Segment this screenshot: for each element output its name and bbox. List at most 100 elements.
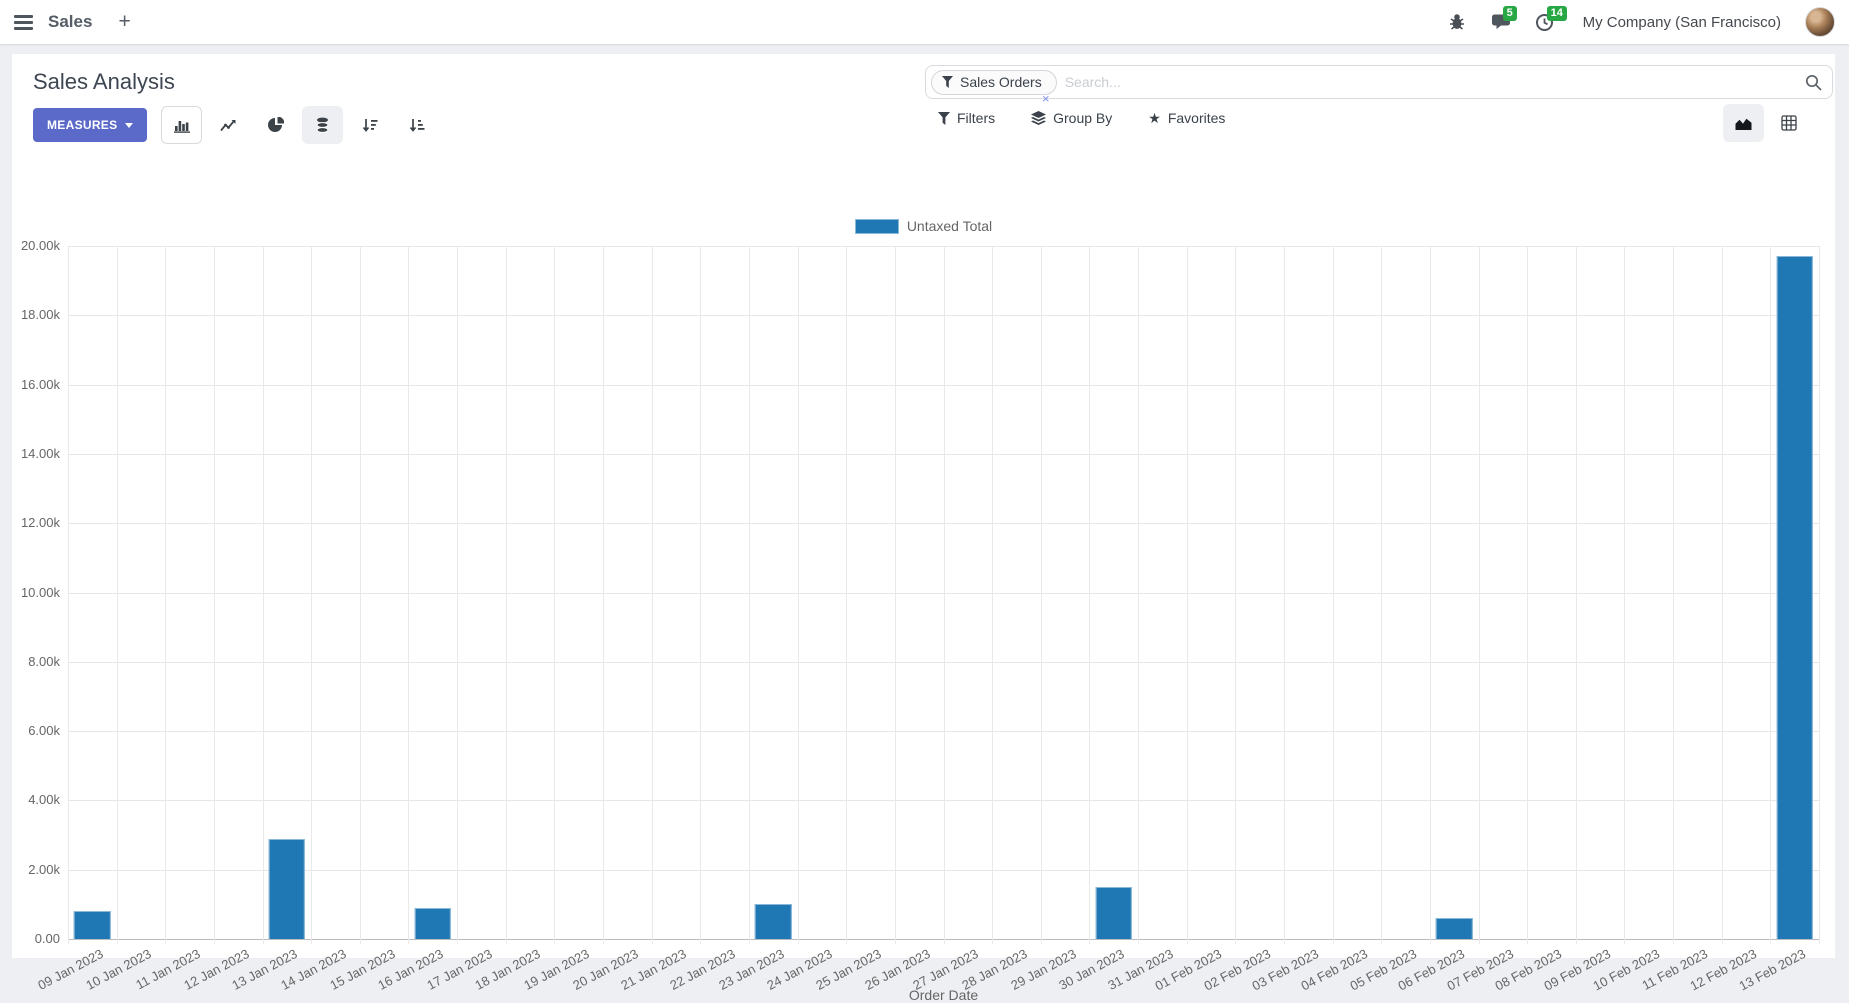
debug-bug-icon[interactable] (1445, 10, 1469, 34)
gridline-vertical (1333, 246, 1334, 944)
page-title: Sales Analysis (33, 69, 175, 95)
chart-bar[interactable] (1096, 887, 1132, 939)
activities-count-badge: 14 (1547, 6, 1567, 21)
chart-bar[interactable] (1436, 918, 1472, 939)
gridline-vertical (165, 246, 166, 944)
graph-view-button[interactable] (1723, 104, 1764, 142)
control-panel-top-row: Sales Analysis Sales Orders × (12, 54, 1835, 100)
filter-funnel-icon (938, 112, 950, 125)
chart-bar[interactable] (74, 911, 110, 939)
legend-label: Untaxed Total (907, 218, 992, 234)
gridline-vertical (408, 246, 409, 944)
pie-chart-icon (268, 117, 284, 133)
pivot-view-button[interactable] (1768, 104, 1809, 142)
gridline-vertical (506, 246, 507, 944)
gridline-vertical (798, 246, 799, 944)
activities-clock-icon[interactable]: 14 (1533, 10, 1557, 34)
y-axis-label: 8.00k (0, 654, 60, 669)
gridline-vertical (1235, 246, 1236, 944)
chevron-down-icon (125, 123, 133, 128)
sort-descending-icon (362, 118, 378, 133)
gridline-vertical (700, 246, 701, 944)
gridline-vertical (1089, 246, 1090, 944)
line-chart-button[interactable] (208, 106, 249, 144)
gridline-vertical (1381, 246, 1382, 944)
y-axis-label: 16.00k (0, 377, 60, 392)
search-icon[interactable] (1805, 74, 1822, 91)
y-axis-label: 6.00k (0, 723, 60, 738)
gridline-vertical (944, 246, 945, 944)
gridline-vertical (652, 246, 653, 944)
sort-ascending-button[interactable] (396, 106, 437, 144)
top-navbar: Sales + 5 14 My Company (San Francisco) (0, 0, 1849, 44)
search-bar[interactable]: Sales Orders × (925, 65, 1833, 99)
filters-button[interactable]: Filters (938, 110, 995, 126)
control-panel-buttons-row: MEASURES (12, 100, 1835, 144)
messages-icon[interactable]: 5 (1489, 10, 1513, 34)
group-by-button[interactable]: Group By (1031, 110, 1112, 126)
new-tab-plus-icon[interactable]: + (118, 10, 130, 34)
company-switcher[interactable]: My Company (San Francisco) (1583, 14, 1781, 31)
chart-bar[interactable] (269, 839, 305, 939)
x-axis-title: Order Date (68, 987, 1819, 1003)
chart-legend[interactable]: Untaxed Total (12, 218, 1835, 234)
gridline-vertical (846, 246, 847, 944)
gridline-vertical (1722, 246, 1723, 944)
facet-label: Sales Orders (960, 74, 1042, 90)
gridline-vertical (1187, 246, 1188, 944)
gridline-vertical (1576, 246, 1577, 944)
gridline-vertical (360, 246, 361, 944)
app-menu-sales[interactable]: Sales (48, 12, 92, 32)
pie-chart-button[interactable] (255, 106, 296, 144)
measures-label: MEASURES (47, 118, 117, 132)
gridline-vertical (263, 246, 264, 944)
y-axis-label: 12.00k (0, 515, 60, 530)
main-content: Sales Analysis Sales Orders × MEASURES (12, 54, 1835, 958)
sort-descending-button[interactable] (349, 106, 390, 144)
stacked-database-icon (315, 117, 330, 133)
user-avatar[interactable] (1805, 7, 1835, 37)
gridline-vertical (214, 246, 215, 944)
bar-chart-icon (174, 118, 190, 133)
star-icon: ★ (1148, 111, 1161, 125)
favorites-label: Favorites (1168, 110, 1226, 126)
gridline-vertical (1430, 246, 1431, 944)
gridline-vertical (1284, 246, 1285, 944)
favorites-button[interactable]: ★ Favorites (1148, 110, 1225, 126)
search-facet-sales-orders[interactable]: Sales Orders (931, 70, 1057, 95)
chart-bar[interactable] (1776, 256, 1812, 939)
chart-type-switcher (161, 106, 437, 144)
chart-bar[interactable] (415, 908, 451, 939)
y-axis-label: 2.00k (0, 862, 60, 877)
filter-funnel-icon (942, 76, 953, 88)
y-axis-label: 4.00k (0, 792, 60, 807)
gridline-vertical (1819, 246, 1820, 944)
gridline-vertical (895, 246, 896, 944)
gridline-vertical (1673, 246, 1674, 944)
y-axis-label: 20.00k (0, 238, 60, 253)
bar-chart-button[interactable] (161, 106, 202, 144)
gridline-vertical (68, 246, 69, 944)
chart-bar[interactable] (755, 904, 791, 939)
y-axis-label: 0.00 (0, 931, 60, 946)
area-chart-icon (1735, 116, 1752, 131)
legend-swatch (855, 219, 899, 234)
search-input[interactable] (1065, 74, 1805, 90)
gridline-vertical (1041, 246, 1042, 944)
gridline-vertical (1624, 246, 1625, 944)
apps-menu-icon[interactable] (14, 15, 33, 30)
gridline-vertical (749, 246, 750, 944)
graph-view: Untaxed Total 20.00k18.00k16.00k14.00k12… (12, 194, 1835, 958)
gridline-vertical (603, 246, 604, 944)
gridline-vertical (117, 246, 118, 944)
gridline-vertical (1527, 246, 1528, 944)
stacked-button[interactable] (302, 106, 343, 144)
gridline-vertical (457, 246, 458, 944)
gridline-vertical (1770, 246, 1771, 944)
filters-label: Filters (957, 110, 995, 126)
pivot-table-icon (1781, 115, 1797, 131)
gridline-vertical (992, 246, 993, 944)
measures-button[interactable]: MEASURES (33, 108, 147, 142)
messages-count-badge: 5 (1503, 6, 1517, 21)
plot-area: 20.00k18.00k16.00k14.00k12.00k10.00k8.00… (68, 246, 1819, 939)
